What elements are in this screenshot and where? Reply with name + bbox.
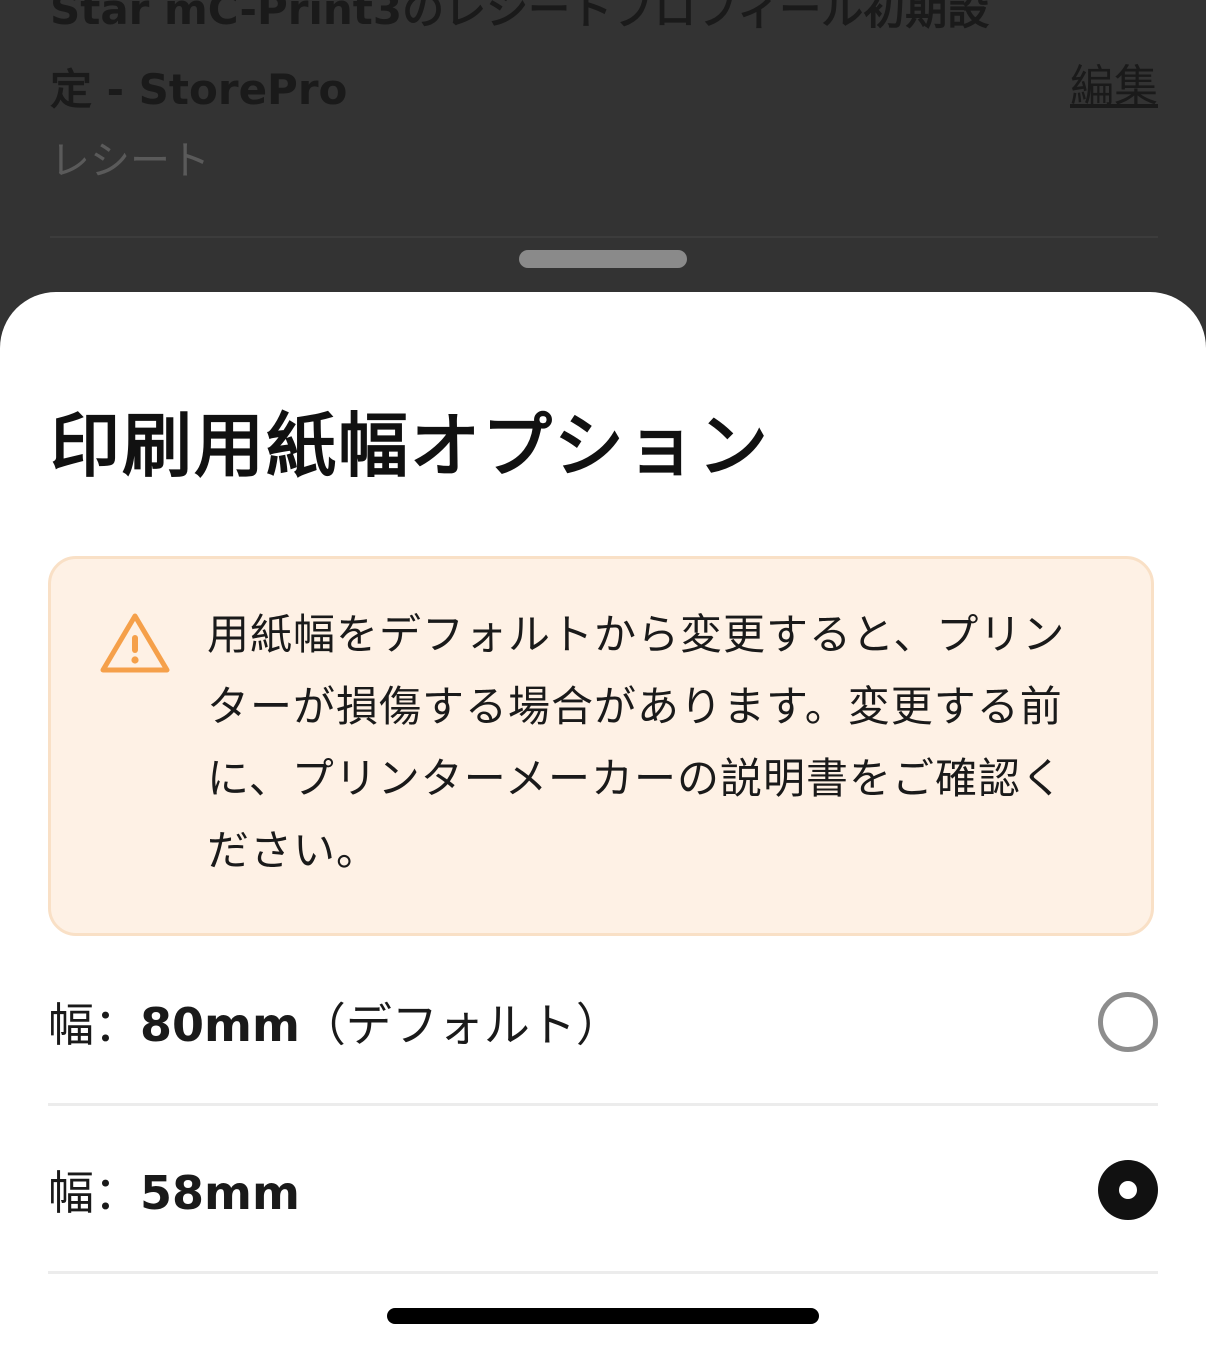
option-suffix: （デフォルト） (299, 997, 622, 1052)
option-value: 80mm (140, 997, 300, 1052)
option-prefix: 幅： (48, 1165, 140, 1220)
sheet-title: 印刷用紙幅オプション (50, 405, 770, 487)
option-label: 幅：80mm（デフォルト） (48, 989, 622, 1055)
background-page-subtitle: レシート (50, 138, 210, 184)
warning-text: 用紙幅をデフォルトから変更すると、プリンターが損傷する場合があります。変更する前… (207, 610, 1066, 875)
edit-link[interactable]: 編集 (1070, 50, 1158, 114)
home-indicator[interactable] (387, 1308, 819, 1324)
sheet-grabber-handle[interactable] (519, 250, 687, 268)
option-width-58mm[interactable]: 幅：58mm (48, 1108, 1158, 1274)
option-label: 幅：58mm (48, 1157, 300, 1223)
background-divider (50, 236, 1158, 238)
background-page: Star mC-Print3のレシートプロフィール初期設定 - StorePro… (0, 0, 1206, 320)
radio-selected[interactable] (1098, 1159, 1158, 1220)
background-page-title: Star mC-Print3のレシートプロフィール初期設定 - StorePro (50, 0, 990, 114)
option-prefix: 幅： (48, 997, 140, 1052)
paper-width-bottom-sheet: 印刷用紙幅オプション 用紙幅をデフォルトから変更すると、プリンターが損傷する場合… (0, 292, 1206, 1348)
option-width-80mm[interactable]: 幅：80mm（デフォルト） (48, 940, 1158, 1106)
radio-unselected[interactable] (1098, 991, 1158, 1052)
radio-dot-icon (1119, 1180, 1137, 1199)
warning-triangle-icon (99, 611, 171, 675)
warning-banner: 用紙幅をデフォルトから変更すると、プリンターが損傷する場合があります。変更する前… (48, 556, 1154, 936)
option-value: 58mm (140, 1165, 300, 1220)
